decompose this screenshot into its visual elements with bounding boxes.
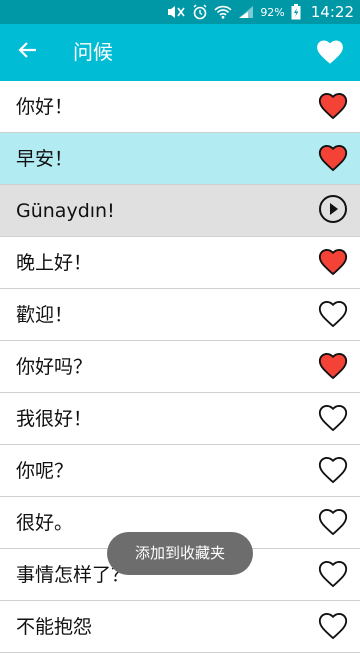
phrase-text: 晚上好！: [16, 252, 93, 274]
phrase-text: Günaydın!: [16, 200, 115, 222]
heart-filled-icon: [317, 143, 349, 176]
favorite-toggle[interactable]: [316, 90, 350, 124]
phrase-text: 你好！: [16, 96, 74, 118]
phrase-text: 不能抱怨: [16, 616, 93, 638]
heart-filled-icon: [317, 351, 349, 384]
phrase-row[interactable]: 晚上好！: [0, 237, 360, 289]
phrase-row[interactable]: 不能抱怨: [0, 601, 360, 653]
status-icons: 92% 14:22: [166, 0, 354, 24]
battery-charging-icon: [291, 4, 301, 20]
heart-outline-icon: [317, 403, 349, 436]
toast-message: 添加到收藏夹: [107, 532, 253, 575]
wifi-icon: [214, 5, 232, 19]
phrase-text: 歡迎！: [16, 304, 74, 326]
clock: 14:22: [310, 3, 354, 21]
favorite-toggle[interactable]: [316, 454, 350, 488]
heart-outline-icon: [317, 455, 349, 488]
favorites-button[interactable]: [312, 36, 348, 70]
phrase-text: 你呢？: [16, 460, 74, 482]
favorite-toggle[interactable]: [316, 350, 350, 384]
favorite-toggle[interactable]: [316, 506, 350, 540]
arrow-left-icon: [18, 40, 38, 64]
heart-outline-icon: [317, 299, 349, 332]
heart-filled-icon: [317, 247, 349, 280]
signal-icon: [238, 5, 254, 19]
battery-percent: 92%: [260, 5, 285, 19]
phrase-text: 早安！: [16, 148, 74, 170]
page-title: 问候: [73, 40, 113, 64]
alarm-icon: [192, 4, 208, 20]
phrase-row[interactable]: 我很好！: [0, 393, 360, 445]
phrase-row[interactable]: 歡迎！: [0, 289, 360, 341]
heart-outline-icon: [317, 611, 349, 644]
phrase-text: 很好。: [16, 512, 74, 534]
play-button[interactable]: [316, 194, 350, 228]
heart-outline-icon: [317, 559, 349, 592]
heart-icon: [315, 38, 345, 69]
play-circle-icon: [318, 194, 348, 228]
app-bar: 问候: [0, 24, 360, 81]
favorite-toggle[interactable]: [316, 558, 350, 592]
phrase-row[interactable]: 你好吗？: [0, 341, 360, 393]
phrase-row[interactable]: Günaydın!: [0, 185, 360, 237]
phrase-text: 我很好！: [16, 408, 93, 430]
favorite-toggle[interactable]: [316, 142, 350, 176]
mute-icon: [166, 5, 186, 19]
phrase-row[interactable]: 早安！: [0, 133, 360, 185]
favorite-toggle[interactable]: [316, 246, 350, 280]
back-button[interactable]: [10, 34, 46, 70]
heart-outline-icon: [317, 507, 349, 540]
phrase-text: 你好吗？: [16, 356, 93, 378]
phrase-row[interactable]: 你好！: [0, 81, 360, 133]
favorite-toggle[interactable]: [316, 402, 350, 436]
favorite-toggle[interactable]: [316, 298, 350, 332]
heart-filled-icon: [317, 91, 349, 124]
favorite-toggle[interactable]: [316, 610, 350, 644]
status-bar: 92% 14:22: [0, 0, 360, 24]
phrase-row[interactable]: 你呢？: [0, 445, 360, 497]
